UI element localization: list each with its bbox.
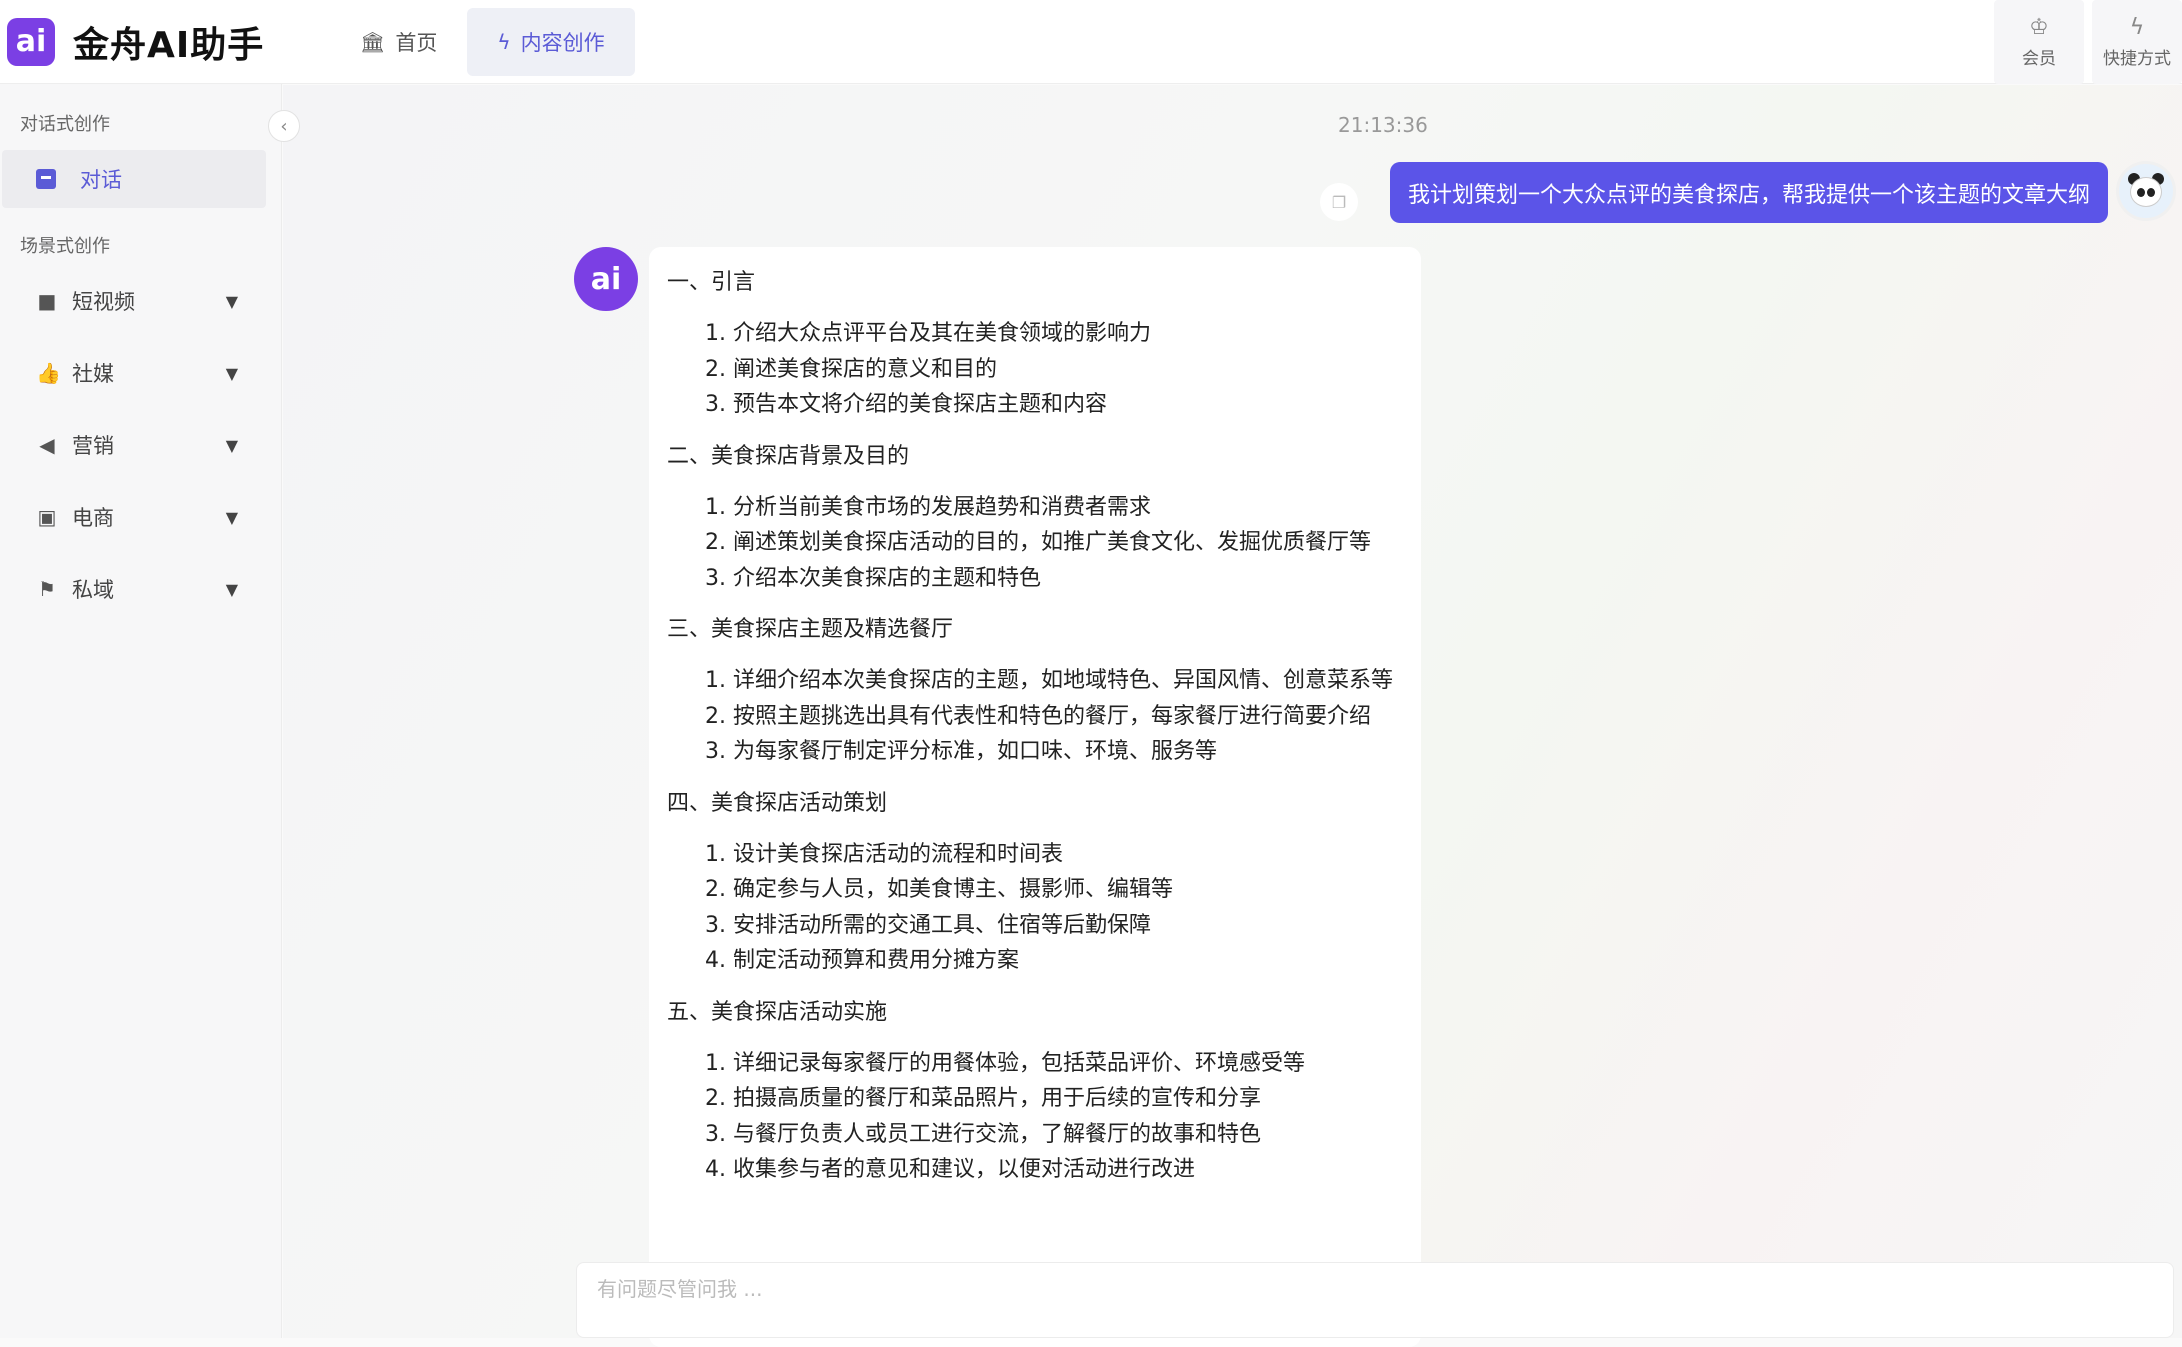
copy-icon: ❐	[1331, 192, 1347, 212]
response-section-list: 1. 详细介绍本次美食探店的主题，如地域特色、异国风情、创意菜系等 2. 按照主题…	[667, 663, 1403, 770]
panda-avatar-icon	[2126, 171, 2166, 211]
section-scene-creation: 场景式创作	[20, 236, 110, 257]
main-nav: 🏛 首页 ϟ 内容创作	[330, 8, 635, 76]
thumbs-up-icon: 👍	[36, 361, 61, 385]
lightning-icon: ϟ	[2129, 15, 2145, 40]
copy-button[interactable]: ❐	[1320, 183, 1358, 221]
list-item: 4. 制定活动预算和费用分摊方案	[705, 948, 1019, 973]
chevron-down-icon: ▼	[225, 291, 238, 311]
sidebar-item-label: 社媒	[72, 362, 114, 386]
member-label: 会员	[2022, 49, 2056, 69]
section-chat-creation: 对话式创作	[20, 114, 110, 135]
nav-home-label: 首页	[395, 31, 438, 55]
response-section-title: 三、美食探店主题及精选餐厅	[667, 617, 954, 642]
sidebar-item-marketing[interactable]: ◀ 营销 ▼	[0, 420, 260, 470]
sidebar-item-label: 私域	[72, 578, 114, 602]
response-section-title: 四、美食探店活动策划	[667, 790, 888, 816]
ai-response: 一、引言 1. 介绍大众点评平台及其在美食领域的影响力 2. 阐述美食探店的意义和目…	[649, 247, 1421, 1347]
chat-input-box[interactable]	[576, 1262, 2174, 1338]
list-item: 1. 分析当前美食市场的发展趋势和消费者需求	[705, 494, 1151, 520]
response-section-list: 1. 介绍大众点评平台及其在美食领域的影响力 2. 阐述美食探店的意义和目的 3. …	[667, 316, 1403, 423]
list-item: 3. 安排活动所需的交通工具、住宿等后勤保障	[705, 912, 1151, 938]
list-item: 1. 详细介绍本次美食探店的主题，如地域特色、异国风情、创意菜系等	[705, 668, 1393, 693]
sidebar-item-short-video[interactable]: ■ 短视频 ▼	[0, 276, 260, 326]
shortcut-button[interactable]: ϟ 快捷方式	[2092, 0, 2182, 84]
sidebar-item-chat[interactable]: 对话	[2, 150, 266, 208]
list-item: 1. 介绍大众点评平台及其在美食领域的影响力	[705, 321, 1151, 346]
collapse-sidebar-button[interactable]: ‹	[268, 110, 300, 142]
response-section-title: 一、引言	[667, 270, 756, 295]
chevron-left-icon: ‹	[280, 115, 288, 137]
sidebar-item-social[interactable]: 👍 社媒 ▼	[0, 348, 260, 398]
chevron-down-icon: ▼	[225, 579, 238, 599]
megaphone-icon: ◀	[39, 433, 55, 457]
nav-content-label: 内容创作	[520, 31, 605, 55]
sidebar-item-chat-label: 对话	[80, 168, 122, 192]
sidebar-item-label: 电商	[72, 506, 114, 530]
list-item: 3. 预告本文将介绍的美食探店主题和内容	[705, 392, 1107, 417]
logo-mark: ai	[7, 17, 55, 66]
nav-home[interactable]: 🏛 首页	[330, 8, 467, 76]
list-item: 2. 阐述美食探店的意义和目的	[705, 356, 997, 382]
video-icon: ■	[37, 289, 57, 313]
nav-content-creation[interactable]: ϟ 内容创作	[467, 8, 635, 76]
list-item: 3. 为每家餐厅制定评分标准，如口味、环境、服务等	[705, 739, 1217, 764]
lightning-icon: ϟ	[497, 30, 511, 54]
chat-icon	[36, 169, 56, 189]
top-actions: ♔ 会员 ϟ 快捷方式	[1986, 0, 2182, 84]
list-item: 1. 设计美食探店活动的流程和时间表	[705, 841, 1063, 867]
list-item: 3. 与餐厅负责人或员工进行交流，了解餐厅的故事和特色	[705, 1121, 1261, 1147]
response-section-list: 1. 设计美食探店活动的流程和时间表 2. 确定参与人员，如美食博主、摄影师、编辑…	[667, 837, 1403, 979]
response-section-list: 1. 分析当前美食市场的发展趋势和消费者需求 2. 阐述策划美食探店活动的目的，如…	[667, 490, 1403, 597]
user-message: 我计划策划一个大众点评的美食探店，帮我提供一个该主题的文章大纲	[1389, 162, 2108, 223]
shortcut-label: 快捷方式	[2103, 49, 2171, 69]
response-section-title: 五、美食探店活动实施	[667, 999, 888, 1025]
sidebar: 对话式创作 对话 场景式创作 ■ 短视频 ▼ 👍 社媒 ▼ ◀ 营销 ▼ ▣ 电…	[0, 84, 282, 1338]
response-section-title: 二、美食探店背景及目的	[667, 443, 910, 469]
crown-icon: ♔	[2029, 15, 2049, 40]
list-item: 2. 阐述策划美食探店活动的目的，如推广美食文化、发掘优质餐厅等	[705, 530, 1371, 555]
bank-icon: 🏛	[360, 30, 386, 54]
member-button[interactable]: ♔ 会员	[1994, 0, 2084, 84]
list-item: 3. 介绍本次美食探店的主题和特色	[705, 565, 1041, 591]
chevron-down-icon: ▼	[225, 435, 238, 455]
chevron-down-icon: ▼	[225, 507, 238, 527]
chevron-down-icon: ▼	[225, 363, 238, 383]
user-avatar[interactable]	[2116, 161, 2176, 221]
message-timestamp: 21:13:36	[1338, 113, 1428, 137]
list-item: 2. 拍摄高质量的餐厅和菜品照片，用于后续的宣传和分享	[705, 1086, 1261, 1111]
ai-avatar: ai	[574, 247, 638, 311]
sidebar-item-label: 短视频	[72, 290, 135, 314]
sidebar-item-label: 营销	[72, 434, 114, 458]
logo[interactable]: ai 金舟AI助手	[7, 16, 264, 68]
response-section-list: 1. 详细记录每家餐厅的用餐体验，包括菜品评价、环境感受等 2. 拍摄高质量的餐厅…	[667, 1046, 1403, 1188]
list-item: 2. 按照主题挑选出具有代表性和特色的餐厅，每家餐厅进行简要介绍	[705, 703, 1371, 729]
top-bar: ai 金舟AI助手 🏛 首页 ϟ 内容创作 ♔ 会员 ϟ 快捷方式	[0, 0, 2182, 84]
chat-area[interactable]: 21:13:36 ❐ 我计划策划一个大众点评的美食探店，帮我提供一个该主题的文章…	[283, 85, 2182, 1347]
app-title: 金舟AI助手	[73, 24, 265, 66]
flag-icon: ⚑	[38, 577, 56, 601]
chat-input[interactable]	[597, 1277, 2153, 1301]
sidebar-item-private-domain[interactable]: ⚑ 私域 ▼	[0, 564, 260, 614]
list-item: 4. 收集参与者的意见和建议，以便对活动进行改进	[705, 1157, 1195, 1182]
list-item: 1. 详细记录每家餐厅的用餐体验，包括菜品评价、环境感受等	[705, 1050, 1305, 1076]
shopping-bag-icon: ▣	[37, 505, 57, 529]
sidebar-item-ecommerce[interactable]: ▣ 电商 ▼	[0, 492, 260, 542]
list-item: 2. 确定参与人员，如美食博主、摄影师、编辑等	[705, 877, 1173, 902]
